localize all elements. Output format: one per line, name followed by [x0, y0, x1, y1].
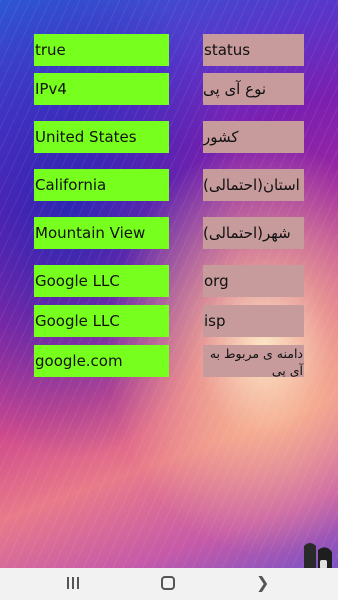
label-country: کشور	[203, 121, 304, 153]
back-icon[interactable]: ❯	[256, 573, 269, 592]
label-ip-type: نوع آی پی	[203, 73, 304, 105]
label-isp: isp	[203, 305, 304, 337]
value-status: true	[34, 34, 169, 66]
label-org: org	[203, 265, 304, 297]
home-icon[interactable]	[161, 576, 175, 590]
label-region: استان(احتمالی)	[203, 169, 304, 201]
value-org: Google LLC	[34, 265, 169, 297]
system-navigation-bar: ❯	[0, 568, 338, 600]
recent-apps-icon[interactable]	[66, 576, 80, 590]
label-domain: دامنه ی مربوط به آی پی	[203, 345, 304, 377]
value-ip-type: IPv4	[34, 73, 169, 105]
value-region: California	[34, 169, 169, 201]
label-city: شهر(احتمالی)	[203, 217, 304, 249]
value-country: United States	[34, 121, 169, 153]
value-city: Mountain View	[34, 217, 169, 249]
label-status: status	[203, 34, 304, 66]
value-isp: Google LLC	[34, 305, 169, 337]
value-domain: google.com	[34, 345, 169, 377]
